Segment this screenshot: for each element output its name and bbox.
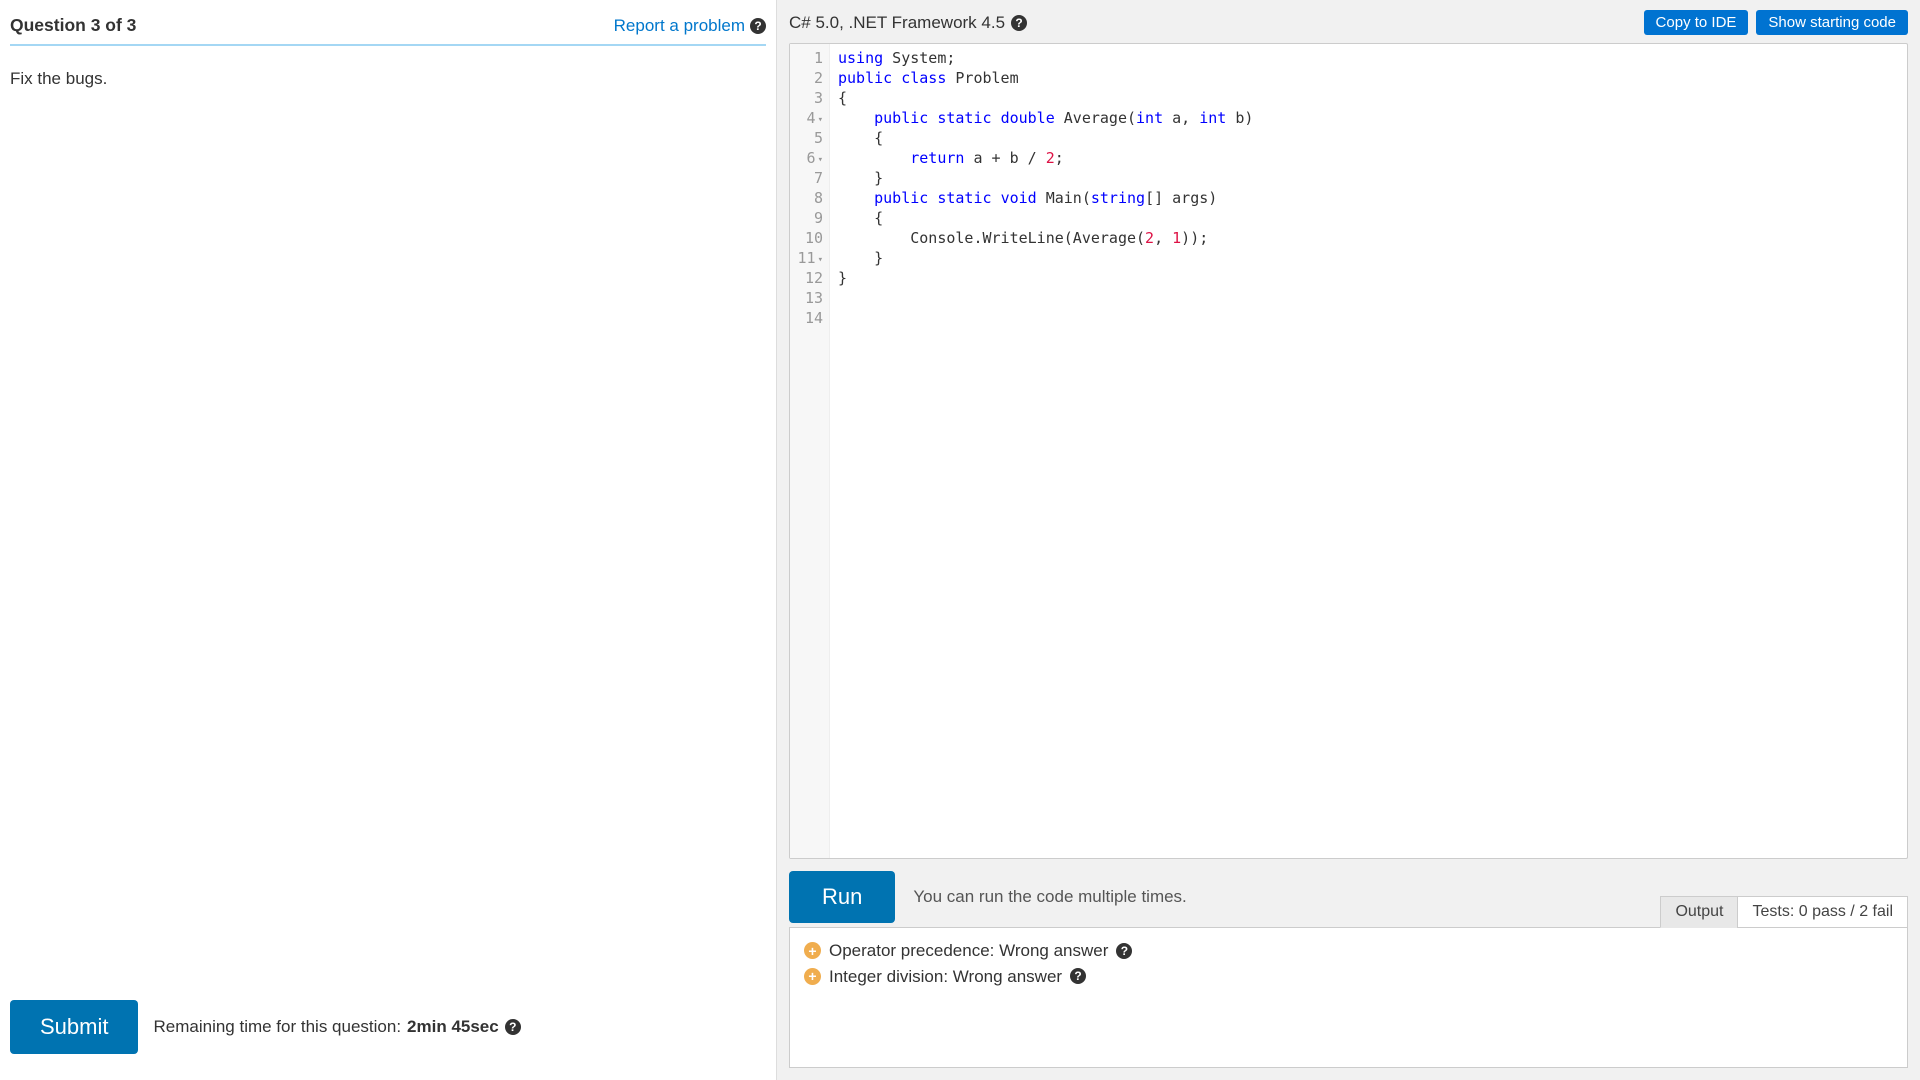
code-header: C# 5.0, .NET Framework 4.5 ? Copy to IDE… xyxy=(777,0,1920,43)
code-line[interactable]: } xyxy=(838,268,1899,288)
test-result[interactable]: + Integer division: Wrong answer? xyxy=(804,964,1893,990)
code-editor[interactable]: 1234567891011121314 using System;public … xyxy=(789,43,1908,859)
expand-icon[interactable]: + xyxy=(804,968,821,985)
code-line[interactable]: } xyxy=(838,248,1899,268)
expand-icon[interactable]: + xyxy=(804,942,821,959)
line-number: 9 xyxy=(790,208,829,228)
line-number: 3 xyxy=(790,88,829,108)
report-problem-link[interactable]: Report a problem ? xyxy=(614,16,766,36)
question-footer: Submit Remaining time for this question:… xyxy=(10,988,766,1070)
help-icon[interactable]: ? xyxy=(1116,943,1132,959)
run-hint: You can run the code multiple times. xyxy=(913,887,1186,907)
line-number: 2 xyxy=(790,68,829,88)
line-number: 5 xyxy=(790,128,829,148)
results-panel: + Operator precedence: Wrong answer? + Inte… xyxy=(789,927,1908,1068)
results-tabs: Output Tests: 0 pass / 2 fail xyxy=(1660,896,1908,928)
copy-to-ide-button[interactable]: Copy to IDE xyxy=(1644,10,1749,35)
code-panel: C# 5.0, .NET Framework 4.5 ? Copy to IDE… xyxy=(777,0,1920,1080)
remaining-prefix: Remaining time for this question: xyxy=(153,1017,401,1037)
code-line[interactable]: using System; xyxy=(838,48,1899,68)
line-number: 1 xyxy=(790,48,829,68)
line-number: 14 xyxy=(790,308,829,328)
code-line[interactable]: return a + b / 2; xyxy=(838,148,1899,168)
code-line[interactable]: { xyxy=(838,88,1899,108)
editor-gutter: 1234567891011121314 xyxy=(790,44,830,858)
help-icon: ? xyxy=(750,18,766,34)
editor-code[interactable]: using System;public class Problem{ publi… xyxy=(830,44,1907,858)
header-buttons: Copy to IDE Show starting code xyxy=(1644,10,1908,35)
help-icon[interactable]: ? xyxy=(1070,968,1086,984)
line-number: 4 xyxy=(790,108,829,128)
test-result-label: Integer division: Wrong answer xyxy=(829,964,1062,990)
test-result-label: Operator precedence: Wrong answer xyxy=(829,938,1108,964)
run-button[interactable]: Run xyxy=(789,871,895,923)
line-number: 8 xyxy=(790,188,829,208)
remaining-value: 2min 45sec xyxy=(407,1017,499,1037)
test-result[interactable]: + Operator precedence: Wrong answer? xyxy=(804,938,1893,964)
code-line[interactable]: public static void Main(string[] args) xyxy=(838,188,1899,208)
question-body: Fix the bugs. xyxy=(10,46,766,988)
code-line[interactable]: public static double Average(int a, int … xyxy=(838,108,1899,128)
line-number: 11 xyxy=(790,248,829,268)
code-line[interactable]: public class Problem xyxy=(838,68,1899,88)
code-line[interactable]: } xyxy=(838,168,1899,188)
line-number: 7 xyxy=(790,168,829,188)
question-title: Question 3 of 3 xyxy=(10,15,136,36)
submit-button[interactable]: Submit xyxy=(10,1000,138,1054)
run-bar: Run You can run the code multiple times.… xyxy=(777,859,1920,927)
environment-label: C# 5.0, .NET Framework 4.5 ? xyxy=(789,13,1027,33)
environment-text: C# 5.0, .NET Framework 4.5 xyxy=(789,13,1005,33)
code-line[interactable]: Console.WriteLine(Average(2, 1)); xyxy=(838,228,1899,248)
help-icon[interactable]: ? xyxy=(505,1019,521,1035)
code-line[interactable]: { xyxy=(838,208,1899,228)
line-number: 12 xyxy=(790,268,829,288)
help-icon[interactable]: ? xyxy=(1011,15,1027,31)
tab-output[interactable]: Output xyxy=(1660,896,1738,928)
line-number: 10 xyxy=(790,228,829,248)
code-line[interactable]: { xyxy=(838,128,1899,148)
line-number: 13 xyxy=(790,288,829,308)
tab-tests[interactable]: Tests: 0 pass / 2 fail xyxy=(1737,896,1908,928)
question-panel: Question 3 of 3 Report a problem ? Fix t… xyxy=(0,0,777,1080)
report-problem-label: Report a problem xyxy=(614,16,745,36)
question-header: Question 3 of 3 Report a problem ? xyxy=(10,10,766,46)
remaining-time: Remaining time for this question: 2min 4… xyxy=(153,1017,520,1037)
show-starting-code-button[interactable]: Show starting code xyxy=(1756,10,1908,35)
line-number: 6 xyxy=(790,148,829,168)
